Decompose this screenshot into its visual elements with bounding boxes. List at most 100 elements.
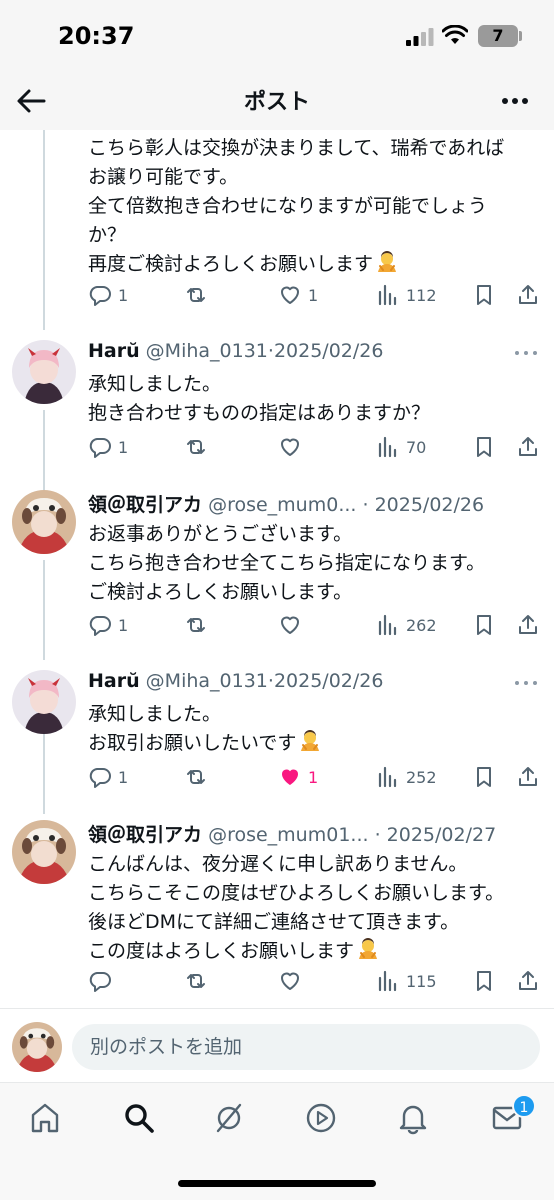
bookmark-button[interactable]	[472, 610, 496, 640]
more-horizontal-icon[interactable]	[514, 678, 538, 688]
reply-text: 承知しました。 お取引お願いしたいです	[88, 700, 540, 758]
display-name[interactable]: 領＠取引アカ	[88, 824, 202, 846]
reply[interactable]: こちら彰人は交換が決まりまして、瑞希であれば お譲り可能です。 全て倍数抱き合わ…	[0, 130, 554, 330]
like-button[interactable]: 1	[278, 280, 318, 310]
status-time: 20:37	[58, 22, 135, 50]
bookmark-icon	[472, 613, 496, 637]
reply-button[interactable]: 1	[88, 762, 128, 792]
home-indicator	[178, 1180, 376, 1187]
post-date[interactable]: 2025/02/26	[274, 340, 384, 362]
more-horizontal-icon[interactable]	[514, 348, 538, 358]
notifications-icon[interactable]	[396, 1101, 430, 1135]
page-title: ポスト	[243, 90, 310, 115]
bookmark-button[interactable]	[472, 432, 496, 462]
wifi-icon	[442, 25, 468, 44]
display-name[interactable]: Harŭ	[88, 340, 140, 362]
views-button[interactable]: 115	[376, 966, 437, 996]
reply-text: こちら彰人は交換が決まりまして、瑞希であれば お譲り可能です。 全て倍数抱き合わ…	[88, 137, 505, 275]
reply-icon	[88, 283, 112, 307]
handle[interactable]: @rose_mum0...	[208, 494, 356, 516]
more-horizontal-icon[interactable]	[500, 86, 530, 116]
avatar[interactable]	[12, 670, 76, 734]
repost-icon	[184, 969, 208, 993]
like-button[interactable]	[278, 432, 308, 462]
reply[interactable]: Harŭ @Miha_0131·2025/02/26 承知しました。 抱き合わせ…	[0, 336, 554, 466]
repost-button[interactable]	[184, 762, 208, 792]
share-button[interactable]	[516, 966, 540, 996]
reply-header: 領＠取引アカ @rose_mum01... · 2025/02/27	[88, 820, 534, 850]
handle[interactable]: @Miha_0131	[146, 340, 268, 362]
post-date[interactable]: 2025/02/26	[375, 494, 485, 516]
view-count: 262	[406, 615, 437, 635]
grok-icon[interactable]	[212, 1101, 246, 1135]
share-button[interactable]	[516, 432, 540, 462]
display-name[interactable]: Harŭ	[88, 670, 140, 692]
reply-button[interactable]	[88, 966, 118, 996]
bookmark-icon	[472, 283, 496, 307]
share-icon	[516, 765, 540, 789]
bookmark-button[interactable]	[472, 966, 496, 996]
bookmark-button[interactable]	[472, 762, 496, 792]
post-date[interactable]: 2025/02/27	[387, 824, 497, 846]
reply-composer	[0, 1018, 554, 1078]
reply[interactable]: Harŭ @Miha_0131·2025/02/26 承知しました。 お取引お願…	[0, 666, 554, 796]
action-bar: 1 262	[88, 610, 544, 640]
repost-icon	[184, 765, 208, 789]
reply-button[interactable]: 1	[88, 280, 128, 310]
heart-filled-icon	[278, 765, 302, 789]
avatar[interactable]	[12, 490, 76, 554]
separator: ·	[368, 824, 387, 846]
reply-button[interactable]: 1	[88, 432, 128, 462]
reply-text: 承知しました。 抱き合わせすものの指定はありますか？	[88, 373, 431, 424]
repost-button[interactable]	[184, 280, 208, 310]
video-icon[interactable]	[304, 1101, 338, 1135]
views-button[interactable]: 262	[376, 610, 437, 640]
like-button[interactable]	[278, 610, 308, 640]
repost-button[interactable]	[184, 966, 208, 996]
share-button[interactable]	[516, 280, 540, 310]
avatar[interactable]	[12, 1022, 62, 1072]
like-count: 1	[308, 285, 319, 305]
action-bar: 115	[88, 966, 544, 996]
avatar[interactable]	[12, 820, 76, 884]
reply-count: 1	[118, 285, 129, 305]
handle[interactable]: @Miha_0131	[146, 670, 268, 692]
share-button[interactable]	[516, 610, 540, 640]
reply-header: Harŭ @Miha_0131·2025/02/26	[88, 670, 534, 700]
reply[interactable]: 領＠取引アカ @rose_mum0... · 2025/02/26 お返事ありが…	[0, 486, 554, 636]
views-button[interactable]: 252	[376, 762, 437, 792]
views-icon	[376, 435, 400, 459]
display-name[interactable]: 領＠取引アカ	[88, 494, 202, 516]
reply-header: Harŭ @Miha_0131·2025/02/26	[88, 340, 534, 370]
add-post-input[interactable]	[72, 1024, 540, 1070]
home-icon[interactable]	[28, 1101, 62, 1135]
views-button[interactable]: 70	[376, 432, 426, 462]
share-button[interactable]	[516, 762, 540, 792]
view-count: 252	[406, 767, 437, 787]
repost-icon	[184, 283, 208, 307]
views-button[interactable]: 112	[376, 280, 437, 310]
reply-count: 1	[118, 767, 129, 787]
like-button-active[interactable]: 1	[278, 762, 318, 792]
avatar[interactable]	[12, 340, 76, 404]
reply-button[interactable]: 1	[88, 610, 128, 640]
view-count: 115	[406, 971, 437, 991]
share-icon	[516, 969, 540, 993]
search-icon[interactable]	[122, 1101, 156, 1135]
bowing-person-emoji-icon	[298, 729, 322, 753]
reply[interactable]: 領＠取引アカ @rose_mum01... · 2025/02/27 こんばんは…	[0, 816, 554, 1006]
reply-icon	[88, 765, 112, 789]
views-icon	[376, 613, 400, 637]
repost-button[interactable]	[184, 610, 208, 640]
post-date[interactable]: 2025/02/26	[274, 670, 384, 692]
like-button[interactable]	[278, 966, 308, 996]
bowing-person-emoji-icon	[375, 250, 399, 274]
handle[interactable]: @rose_mum01...	[208, 824, 368, 846]
bookmark-button[interactable]	[472, 280, 496, 310]
repost-button[interactable]	[184, 432, 208, 462]
reply-count: 1	[118, 437, 129, 457]
views-icon	[376, 283, 400, 307]
battery-icon: 7	[478, 25, 518, 47]
reply-icon	[88, 435, 112, 459]
battery-tip	[519, 31, 522, 41]
